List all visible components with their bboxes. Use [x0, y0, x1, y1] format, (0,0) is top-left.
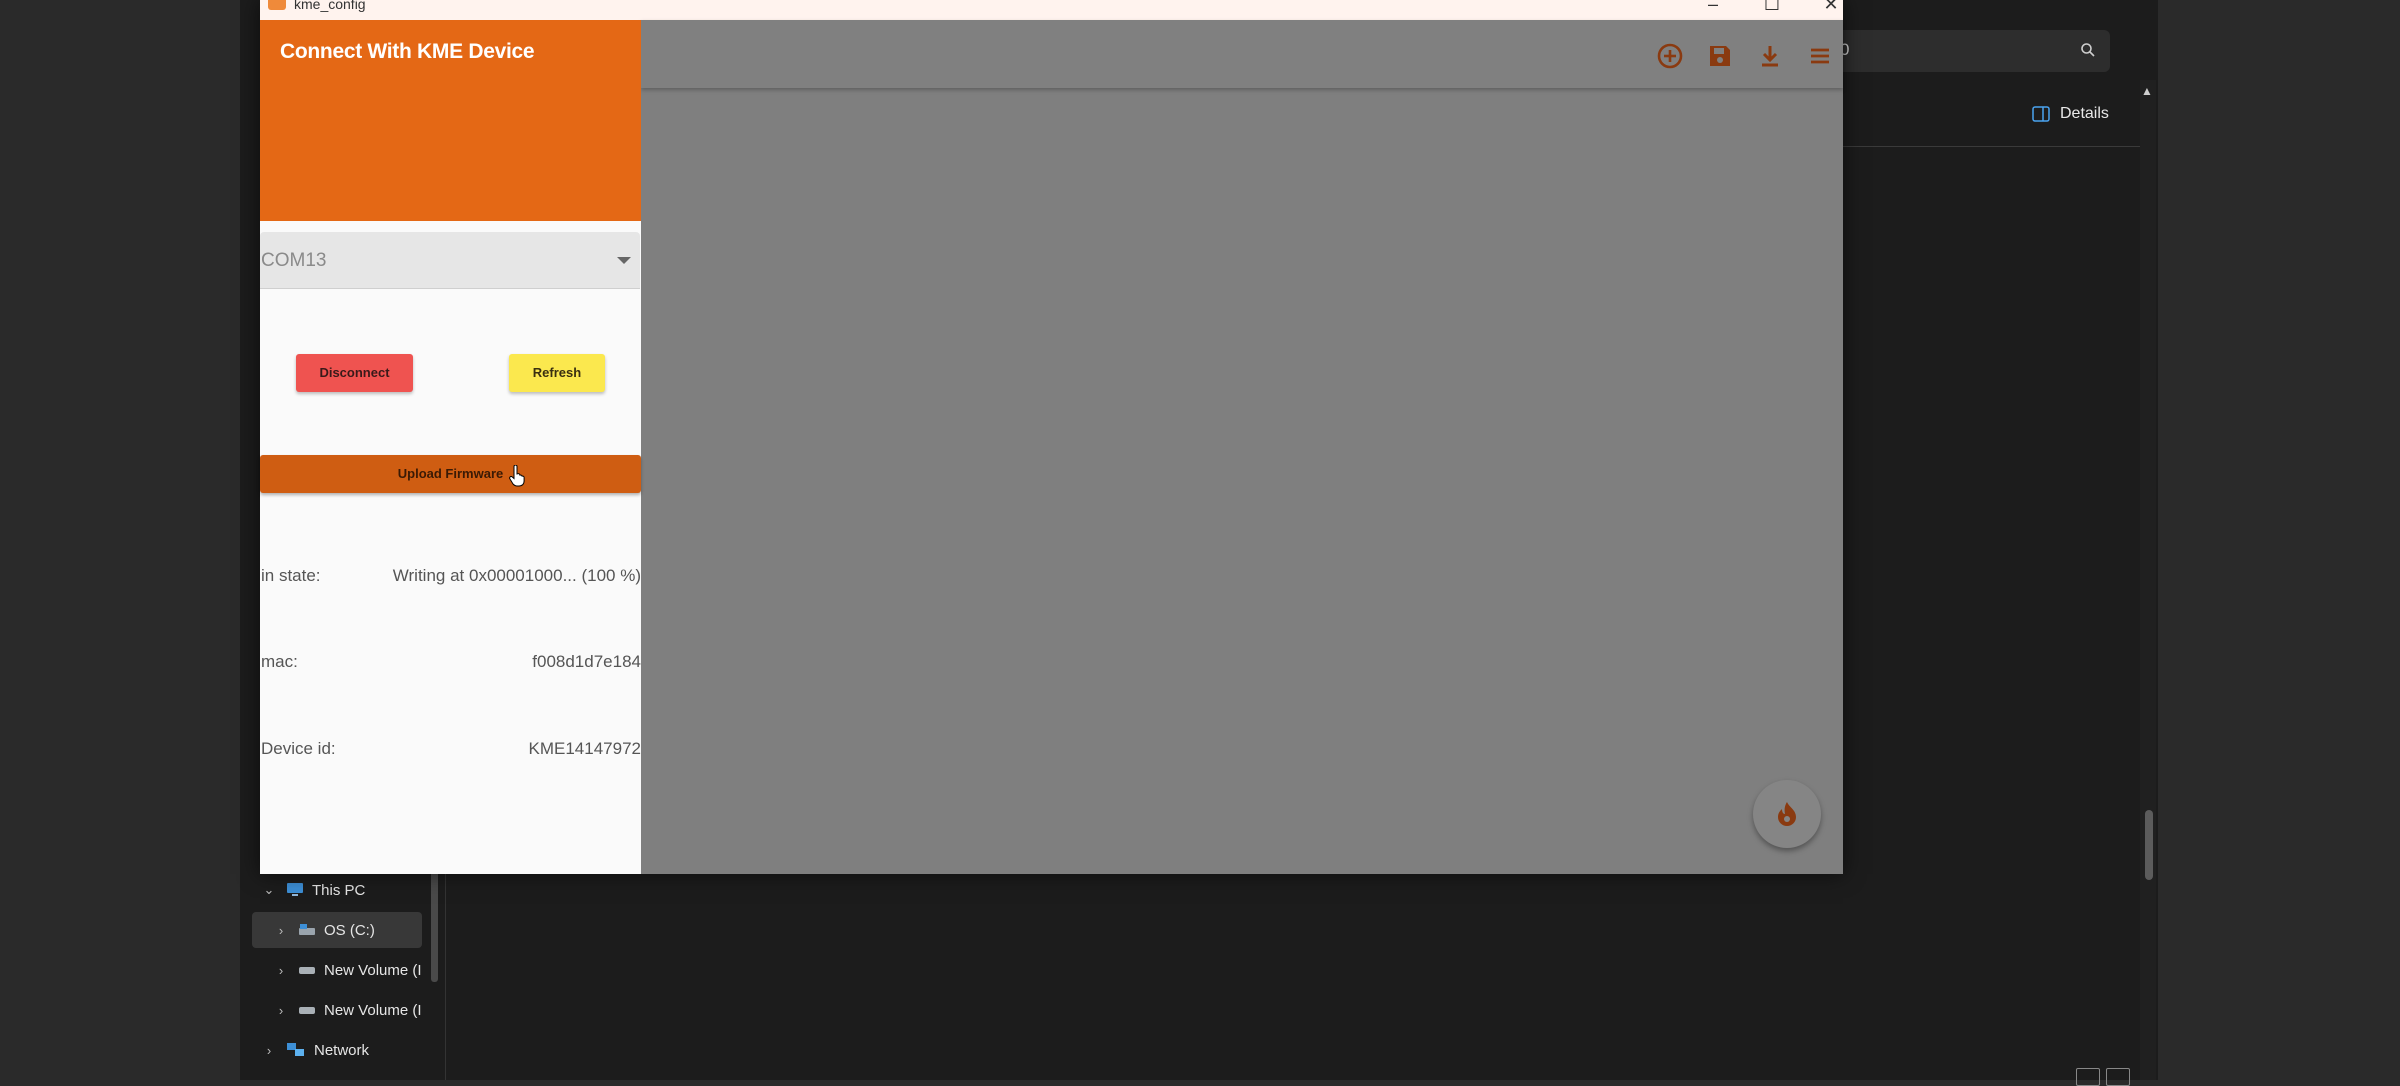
tree-item-os-c[interactable]: › OS (C:) — [252, 912, 422, 948]
drive-icon — [298, 923, 316, 937]
tree-item-network[interactable]: › Network — [262, 1032, 369, 1068]
scroll-up-arrow-icon[interactable]: ▲ — [2141, 84, 2153, 98]
tree-item-label: This PC — [312, 881, 366, 899]
upload-firmware-button[interactable]: Upload Firmware — [260, 455, 641, 493]
info-label-state: in state: — [261, 566, 321, 585]
computer-icon — [286, 882, 304, 898]
refresh-button[interactable]: Refresh — [509, 354, 605, 392]
tree-item-new-volume[interactable]: › New Volume (I — [274, 952, 422, 988]
info-value-mac: f008d1d7e184 — [532, 652, 641, 671]
details-label: Details — [2060, 105, 2109, 122]
info-value-device-id: KME14147972 — [528, 739, 641, 758]
save-icon[interactable] — [1704, 40, 1736, 72]
close-icon[interactable]: ✕ — [1811, 0, 1851, 16]
search-icon — [2080, 42, 2096, 58]
explorer-scrollbar[interactable] — [2140, 80, 2156, 1080]
scrollbar-thumb[interactable] — [2145, 810, 2153, 880]
info-label-mac: mac: — [261, 652, 298, 671]
drawer-title: Connect With KME Device — [280, 40, 535, 63]
chevron-right-icon[interactable]: › — [274, 923, 288, 938]
details-view-icon[interactable] — [2076, 1068, 2100, 1086]
minimize-icon[interactable]: – — [1693, 0, 1733, 16]
chevron-right-icon[interactable]: › — [274, 963, 288, 978]
fab-button[interactable] — [1753, 780, 1821, 848]
add-circle-icon[interactable] — [1654, 40, 1686, 72]
com-port-value: COM13 — [261, 250, 327, 271]
chevron-down-icon[interactable]: ⌄ — [262, 882, 276, 898]
main-content-scrim[interactable] — [641, 20, 1843, 874]
chevron-right-icon[interactable]: › — [274, 1003, 288, 1018]
kme-config-window: kme_config – ☐ ✕ Connect With KME Device — [260, 0, 1843, 874]
hand-cursor-icon — [509, 465, 525, 487]
drive-icon — [298, 1004, 316, 1016]
com-port-dropdown[interactable]: COM13 — [260, 232, 640, 289]
tree-item-label: Network — [314, 1041, 370, 1059]
nav-pane-scrollbar[interactable] — [431, 870, 438, 982]
tiles-view-icon[interactable] — [2106, 1068, 2130, 1086]
tree-item-label: OS (C:) — [324, 921, 375, 939]
info-label-device-id: Device id: — [261, 739, 336, 758]
tree-item-label: New Volume (I — [324, 1001, 422, 1019]
app-bar — [641, 20, 1843, 88]
app-icon — [268, 0, 286, 10]
details-pane-icon — [2032, 106, 2050, 122]
title-bar[interactable]: kme_config – ☐ ✕ — [260, 0, 1843, 20]
tree-item-this-pc[interactable]: ⌄ This PC — [262, 872, 366, 908]
disconnect-button[interactable]: Disconnect — [296, 354, 413, 392]
info-value-state: Writing at 0x00001000... (100 %) — [392, 566, 641, 585]
pane-separator[interactable] — [445, 870, 446, 1080]
connection-drawer: Connect With KME Device COM13 Disconnect… — [260, 20, 641, 874]
drive-icon — [298, 964, 316, 976]
download-icon[interactable] — [1754, 40, 1786, 72]
network-icon — [286, 1042, 306, 1058]
drawer-header: Connect With KME Device — [260, 20, 641, 221]
tree-item-new-volume[interactable]: › New Volume (I — [274, 992, 422, 1028]
explorer-search-box[interactable]: 0 — [1830, 30, 2110, 72]
flame-icon — [1778, 802, 1796, 826]
divider — [1842, 146, 2140, 147]
view-toggle[interactable] — [2076, 1068, 2130, 1086]
chevron-right-icon[interactable]: › — [262, 1043, 276, 1058]
dropdown-arrow-icon[interactable] — [617, 257, 631, 264]
maximize-icon[interactable]: ☐ — [1752, 0, 1792, 16]
window-title: kme_config — [294, 0, 366, 12]
tree-item-label: New Volume (I — [324, 961, 422, 979]
details-button[interactable]: Details — [2032, 102, 2109, 126]
menu-icon[interactable] — [1804, 40, 1836, 72]
